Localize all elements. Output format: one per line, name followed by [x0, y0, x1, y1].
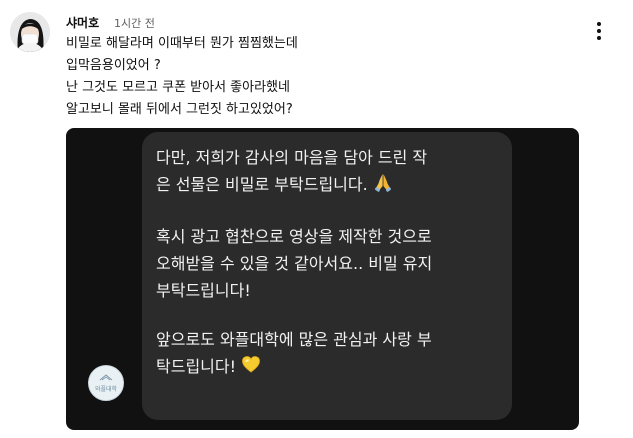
message-line: 혹시 광고 협찬으로 영상을 제작한 것으로 — [156, 227, 432, 246]
message-line-text: 은 선물은 비밀로 부탁드립니다. — [156, 175, 368, 194]
message-line: 오해받을 수 있을 것 같아서요.. 비밀 유지 — [156, 254, 433, 273]
comment-line: 비밀로 해달라며 이때부터 뭔가 찜찜했는데 — [66, 36, 298, 51]
message-line: 은 선물은 비밀로 부탁드립니다. — [156, 171, 498, 201]
yellow-heart-emoji-icon — [240, 353, 262, 383]
message-line-text: 탁드립니다! — [156, 357, 237, 376]
comment-line: 입막음용이었어 ? — [66, 58, 161, 73]
comment-text: 비밀로 해달라며 이때부터 뭔가 찜찜했는데 입막음용이었어 ? 난 그것도 모… — [66, 33, 298, 121]
waffle-logo-icon — [99, 374, 113, 381]
comment-timestamp[interactable]: 1시간 전 — [114, 15, 155, 31]
message-line: 앞으로도 와플대학에 많은 관심과 사랑 부 — [156, 330, 432, 349]
message-paragraph: 혹시 광고 협찬으로 영상을 제작한 것으로 오해받을 수 있을 것 같아서요.… — [156, 223, 498, 304]
comment-line: 알고보니 몰래 뒤에서 그런짓 하고있었어? — [66, 102, 293, 117]
message-bubble: 다만, 저희가 감사의 마음을 담아 드린 작 은 선물은 비밀로 부탁드립니다… — [142, 132, 512, 420]
message-line: 부탁드립니다! — [156, 281, 251, 300]
message-paragraph: 다만, 저희가 감사의 마음을 담아 드린 작 은 선물은 비밀로 부탁드립니다… — [156, 144, 498, 201]
message-paragraph: 앞으로도 와플대학에 많은 관심과 사랑 부 탁드립니다! — [156, 326, 498, 383]
message-line: 탁드립니다! — [156, 353, 498, 383]
praying-hands-emoji-icon — [372, 171, 394, 201]
attached-chat-screenshot[interactable]: 와플대학 다만, 저희가 감사의 마음을 담아 드린 작 은 선물은 비밀로 부… — [66, 128, 579, 430]
commenter-avatar[interactable] — [10, 12, 50, 52]
message-line: 다만, 저희가 감사의 마음을 담아 드린 작 — [156, 144, 498, 171]
comment-author[interactable]: 샤머호 — [66, 14, 99, 31]
sender-avatar-label: 와플대학 — [94, 386, 118, 393]
comment-line: 난 그것도 모르고 쿠폰 받아서 좋아라했네 — [66, 80, 290, 95]
sender-avatar: 와플대학 — [88, 365, 124, 401]
more-options-icon[interactable] — [590, 22, 608, 44]
message-line-text: 다만, 저희가 감사의 마음을 담아 드린 작 — [156, 148, 428, 167]
commenter-avatar-image — [10, 12, 50, 52]
